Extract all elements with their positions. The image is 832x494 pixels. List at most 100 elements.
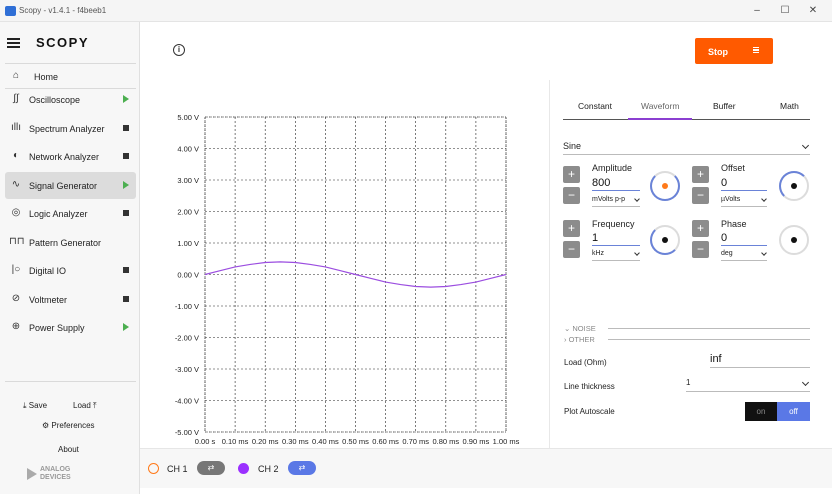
phase-plus-button[interactable]: +	[692, 220, 709, 237]
line-thickness-select[interactable]: 1	[686, 378, 810, 392]
ch2-indicator[interactable]	[238, 463, 249, 474]
stopped-indicator-icon[interactable]	[123, 153, 129, 159]
sidebar-item-label: Logic Analyzer	[29, 209, 88, 219]
line-thickness-label: Line thickness	[564, 382, 615, 391]
ch2-settings-toggle[interactable]: ⇄	[288, 461, 316, 475]
ch1-settings-toggle[interactable]: ⇄	[197, 461, 225, 475]
preferences-label: Preferences	[51, 421, 95, 430]
channel-bar: CH 1 ⇄ CH 2 ⇄	[140, 448, 832, 488]
knob-dot	[662, 237, 668, 243]
scopy-logo: SCOPY	[36, 35, 90, 50]
frequency-plus-button[interactable]: +	[563, 220, 580, 237]
tab-buffer[interactable]: Buffer	[713, 101, 736, 111]
sidebar-item-voltmeter[interactable]: ⊘ Voltmeter	[5, 286, 136, 313]
amplitude-plus-button[interactable]: +	[563, 166, 580, 183]
sidebar-item-pattern-generator[interactable]: ⊓⊓ Pattern Generator	[5, 229, 136, 256]
oscilloscope-icon: ∫∫	[13, 93, 19, 104]
stopped-indicator-icon[interactable]	[123, 267, 129, 273]
sidebar-item-digital-io[interactable]: |○ Digital IO	[5, 257, 136, 284]
stop-button[interactable]: Stop	[695, 38, 773, 64]
phase-input[interactable]: 0	[721, 232, 767, 246]
ch2-label[interactable]: CH 2	[258, 464, 279, 474]
sidebar: SCOPY ⌂ Home ∫∫ Oscilloscope ıllı Spectrum …	[0, 22, 140, 494]
phase-title: Phase	[721, 219, 747, 229]
offset-input[interactable]: 0	[721, 177, 767, 191]
window-title: Scopy - v1.4.1 - f4beeb1	[19, 6, 107, 15]
scopy-app-icon	[5, 6, 16, 16]
ch1-indicator[interactable]	[148, 463, 159, 474]
maximize-button[interactable]: ☐	[778, 4, 792, 18]
preferences-button[interactable]: ⚙ Preferences	[42, 421, 95, 430]
autoscale-off[interactable]: off	[777, 402, 810, 421]
other-label: OTHER	[568, 335, 595, 344]
sidebar-item-label: Digital IO	[29, 266, 67, 276]
amplitude-unit-select[interactable]: mVolts p-p	[592, 196, 640, 207]
save-icon: ⤓	[23, 401, 27, 410]
logic-analyzer-icon: ◎	[11, 207, 21, 218]
run-indicator-icon[interactable]	[123, 323, 129, 331]
amplitude-minus-button[interactable]: −	[563, 187, 580, 204]
y-tick-label: 3.00 V	[177, 176, 199, 185]
plot-autoscale-switch[interactable]: on off	[745, 402, 810, 421]
y-tick-label: -2.00 V	[175, 334, 199, 343]
menu-icon[interactable]	[7, 38, 20, 48]
plot-autoscale-label: Plot Autoscale	[564, 407, 615, 416]
sidebar-item-spectrum-analyzer[interactable]: ıllı Spectrum Analyzer	[5, 115, 136, 142]
phase-unit-select[interactable]: deg	[721, 250, 767, 261]
amplitude-input[interactable]: 800	[592, 177, 640, 191]
home-icon: ⌂	[12, 70, 20, 81]
save-label: Save	[28, 401, 48, 410]
stopped-indicator-icon[interactable]	[123, 295, 129, 302]
offset-unit-select[interactable]: µVolts	[721, 196, 767, 207]
frequency-minus-button[interactable]: −	[563, 241, 580, 258]
save-button[interactable]: ⤓ Save	[23, 401, 47, 411]
brand-line: DEVICES	[40, 474, 71, 481]
tab-constant[interactable]: Constant	[578, 101, 612, 111]
noise-section-toggle[interactable]: ⌄ NOISE	[564, 324, 596, 333]
info-icon[interactable]: i	[173, 44, 185, 56]
phase-unit: deg	[721, 250, 733, 257]
stopped-indicator-icon[interactable]	[123, 210, 129, 216]
load-input[interactable]: inf	[710, 353, 810, 368]
sidebar-item-power-supply[interactable]: ⊕ Power Supply	[5, 314, 136, 341]
other-section-toggle[interactable]: › OTHER	[564, 335, 595, 344]
x-tick-label: 0.50 ms	[342, 437, 369, 446]
chevron-down-icon	[634, 250, 640, 256]
ch1-label[interactable]: CH 1	[167, 464, 188, 474]
sidebar-item-network-analyzer[interactable]: ◐ Network Analyzer	[5, 143, 136, 170]
waveform-select[interactable]: Sine	[563, 141, 810, 155]
run-indicator-icon[interactable]	[123, 95, 129, 103]
run-indicator-icon[interactable]	[123, 180, 129, 189]
sidebar-item-signal-generator[interactable]: ∿ Signal Generator	[5, 171, 136, 199]
minimize-button[interactable]: –	[750, 4, 764, 18]
tab-math[interactable]: Math	[780, 101, 799, 111]
y-tick-label: -4.00 V	[175, 397, 199, 406]
amplitude-knob[interactable]	[650, 171, 680, 201]
y-tick-label: 0.00 V	[177, 271, 199, 280]
x-tick-label: 0.40 ms	[312, 437, 339, 446]
load-label: Load (Ohm)	[564, 358, 607, 367]
offset-plus-button[interactable]: +	[692, 166, 709, 183]
y-tick-label: 5.00 V	[177, 113, 199, 122]
tab-waveform[interactable]: Waveform	[641, 101, 679, 111]
line-thickness-value: 1	[686, 378, 691, 387]
stopped-indicator-icon[interactable]	[123, 124, 129, 131]
frequency-input[interactable]: 1	[592, 232, 640, 246]
phase-minus-button[interactable]: −	[692, 241, 709, 258]
sidebar-item-logic-analyzer[interactable]: ◎ Logic Analyzer	[5, 200, 136, 227]
divider	[5, 381, 136, 382]
phase-knob[interactable]	[779, 225, 809, 255]
signal-generator-icon: ∿	[11, 178, 21, 190]
autoscale-on[interactable]: on	[745, 402, 777, 421]
close-button[interactable]: ✕	[806, 4, 820, 18]
y-tick-label: -5.00 V	[175, 428, 199, 437]
load-button[interactable]: Load ⤒	[73, 401, 97, 411]
sidebar-item-oscilloscope[interactable]: ∫∫ Oscilloscope	[5, 86, 136, 113]
sidebar-item-label: Home	[34, 72, 59, 82]
about-button[interactable]: About	[58, 445, 79, 454]
x-tick-label: 0.10 ms	[222, 437, 249, 446]
offset-minus-button[interactable]: −	[692, 187, 709, 204]
frequency-unit-select[interactable]: kHz	[592, 250, 640, 261]
offset-knob[interactable]	[779, 171, 809, 201]
frequency-knob[interactable]	[650, 225, 680, 255]
